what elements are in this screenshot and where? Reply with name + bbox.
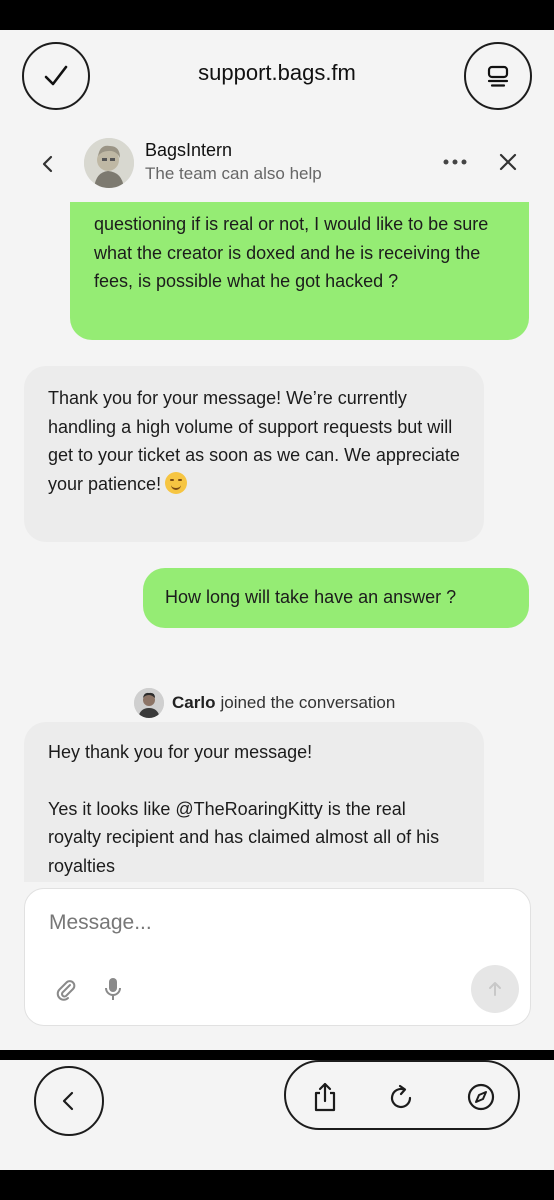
message-input[interactable]: Message...: [49, 911, 489, 941]
microphone-icon: [105, 978, 121, 1000]
back-icon: [62, 1091, 74, 1111]
status-bar-strip: [0, 0, 554, 30]
checkmark-icon: [44, 65, 68, 86]
done-button[interactable]: [22, 42, 90, 110]
agent-avatar: [84, 138, 134, 188]
smiling-face-icon: [165, 471, 188, 494]
tabs-icon: [487, 65, 509, 87]
share-button[interactable]: [306, 1078, 344, 1116]
chat-header: BagsIntern The team can also help: [0, 130, 554, 202]
browser-url-bar: support.bags.fm: [0, 30, 554, 130]
more-options-button[interactable]: [440, 150, 470, 174]
message-text: Thank you for your message! We’re curren…: [48, 388, 460, 494]
url-text[interactable]: support.bags.fm: [100, 60, 454, 86]
divider: [0, 1050, 554, 1060]
reload-button[interactable]: [382, 1078, 420, 1116]
chat-back-button[interactable]: [34, 150, 62, 178]
compass-button[interactable]: [462, 1078, 500, 1116]
share-icon: [314, 1082, 336, 1112]
more-dots-icon: [443, 159, 467, 165]
reload-icon: [390, 1084, 412, 1109]
home-indicator-strip: [0, 1170, 554, 1200]
user-message: How long will take have an answer ?: [143, 568, 529, 628]
message-text: Hey thank you for your message!: [48, 742, 313, 762]
close-chat-button[interactable]: [494, 148, 522, 176]
browser-toolbar: [0, 1060, 554, 1170]
message-text: How long will take have an answer ?: [165, 587, 457, 607]
browser-actions-pill: [284, 1060, 520, 1130]
paperclip-icon: [56, 980, 76, 1001]
message-list[interactable]: questioning if is real or not, I would l…: [0, 202, 554, 882]
message-text: questioning if is real or not, I would l…: [94, 214, 489, 291]
join-name: Carlo: [172, 693, 216, 712]
join-notice: Carlo joined the conversation: [134, 688, 395, 718]
browser-screen: support.bags.fm BagsIntern The team can …: [0, 30, 554, 1050]
send-arrow-icon: [489, 982, 501, 996]
join-text: joined the conversation: [220, 693, 396, 712]
chevron-left-icon: [42, 155, 53, 173]
agent-message: Thank you for your message! We’re curren…: [24, 366, 484, 542]
compass-icon: [467, 1083, 495, 1111]
close-icon: [499, 153, 517, 171]
agent-name: BagsIntern: [145, 140, 233, 160]
browser-back-button[interactable]: [34, 1066, 104, 1136]
message-composer: Message...: [24, 888, 531, 1026]
message-text: Yes it looks like @TheRoaringKitty is th…: [48, 798, 440, 876]
voice-button[interactable]: [101, 975, 125, 1003]
carlo-avatar: [134, 688, 164, 718]
user-message: questioning if is real or not, I would l…: [70, 202, 529, 340]
agent-subtitle: The team can also help: [145, 164, 322, 183]
tabs-button[interactable]: [464, 42, 532, 110]
attach-button[interactable]: [53, 977, 79, 1003]
agent-message: Hey thank you for your message! Yes it l…: [24, 722, 484, 882]
send-button[interactable]: [471, 965, 519, 1013]
